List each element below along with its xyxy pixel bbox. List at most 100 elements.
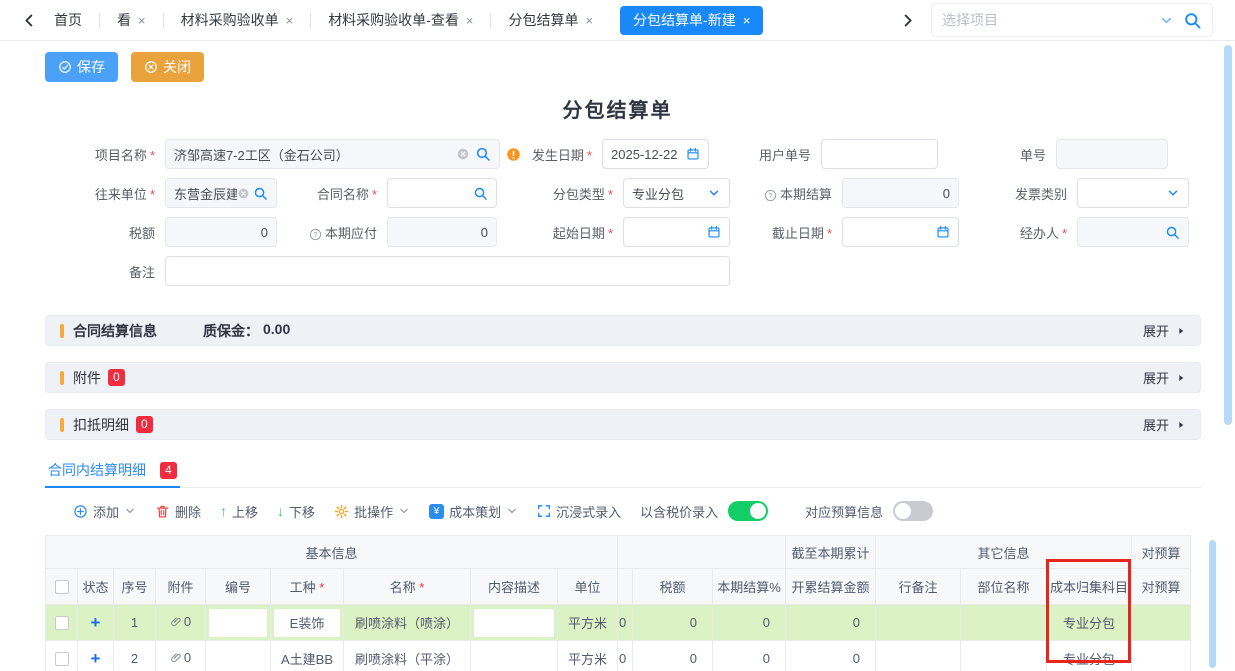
invoice-type-select[interactable]	[1077, 178, 1189, 208]
current-settle-value: 0	[851, 186, 950, 201]
plus-icon[interactable]	[91, 613, 101, 632]
add-button[interactable]: 添加	[73, 502, 136, 521]
cell-unit[interactable]: 平方米	[558, 641, 618, 671]
search-icon[interactable]	[253, 186, 268, 201]
row-checkbox[interactable]	[55, 652, 69, 666]
cell-cost-subject[interactable]: 专业分包	[1047, 605, 1132, 641]
table-row[interactable]: 1 0 E装饰 刷喷涂料（喷涂） 平方米 0 0 0 0 专业分包	[46, 605, 1191, 641]
chevron-right-icon[interactable]	[900, 13, 915, 28]
search-icon[interactable]	[473, 186, 488, 201]
end-date-field[interactable]	[842, 217, 959, 247]
section-deduction-detail[interactable]: 扣抵明细 0 展开	[45, 409, 1201, 440]
arrow-down-icon	[277, 503, 284, 519]
handler-field[interactable]	[1077, 217, 1189, 247]
close-button[interactable]: 关闭	[131, 52, 204, 82]
chevron-down-icon[interactable]	[1159, 13, 1174, 28]
plus-icon[interactable]	[91, 649, 101, 668]
page-scrollbar[interactable]	[1224, 45, 1232, 425]
close-icon[interactable]	[585, 14, 593, 27]
select-all-checkbox[interactable]	[55, 580, 69, 594]
section-attachments[interactable]: 附件 0 展开	[45, 362, 1201, 393]
close-label: 关闭	[163, 57, 191, 77]
cell-unit[interactable]: 平方米	[558, 605, 618, 641]
section-marker	[60, 324, 64, 338]
clear-circle-icon[interactable]	[456, 147, 470, 161]
row-checkbox[interactable]	[55, 616, 69, 630]
user-no-field[interactable]	[821, 139, 938, 169]
close-icon[interactable]	[466, 14, 474, 27]
calendar-icon[interactable]	[707, 225, 721, 239]
cell-row-remark[interactable]	[876, 641, 961, 671]
cell-vs-budget[interactable]	[1132, 641, 1191, 671]
question-circle-icon[interactable]	[309, 228, 322, 241]
table-scrollbar[interactable]	[1209, 540, 1216, 668]
close-icon[interactable]	[286, 14, 294, 27]
with-tax-toggle[interactable]	[728, 501, 768, 521]
cell-part-name[interactable]	[961, 605, 1047, 641]
immersive-entry-button[interactable]: 沉浸式录入	[537, 502, 621, 521]
search-icon[interactable]	[475, 146, 491, 162]
occur-date-field[interactable]: 2025-12-22	[602, 139, 709, 169]
delete-button[interactable]: 删除	[155, 502, 201, 521]
cell-row-remark[interactable]	[876, 605, 961, 641]
cell-settle-pct[interactable]: 0	[713, 641, 786, 671]
cell-worktype-editor[interactable]: E装饰	[274, 609, 340, 637]
tab-label: 材料采购验收单	[181, 10, 279, 30]
move-up-button[interactable]: 上移	[220, 502, 258, 521]
project-name-field[interactable]: 济邹高速7-2工区（金石公司）	[165, 139, 500, 169]
cell-name[interactable]: 刷喷涂料（平涂）	[344, 641, 471, 671]
counterparty-field[interactable]: 东营金辰建	[165, 178, 277, 208]
expand-toggle[interactable]: 展开	[1143, 415, 1186, 434]
close-icon[interactable]	[743, 14, 751, 27]
tab-material-acceptance[interactable]: 材料采购验收单	[164, 0, 311, 40]
save-button[interactable]: 保存	[45, 52, 118, 82]
project-select[interactable]: 选择项目	[931, 3, 1213, 37]
cell-part-name[interactable]	[961, 641, 1047, 671]
chevron-down-icon[interactable]	[707, 186, 721, 200]
chevron-down-icon[interactable]	[1166, 186, 1180, 200]
tab-view-clipped[interactable]: 看	[100, 0, 163, 40]
tab-home[interactable]: 首页	[37, 0, 99, 40]
search-icon[interactable]	[1165, 225, 1180, 240]
expand-toggle[interactable]: 展开	[1143, 368, 1186, 387]
section-contract-settlement-info[interactable]: 合同结算信息 质保金：0.00 展开	[45, 315, 1201, 346]
current-payable-label: 本期应付	[277, 223, 387, 242]
chevron-left-icon[interactable]	[22, 13, 37, 28]
caret-right-icon	[1176, 373, 1186, 383]
cell-worktype[interactable]: A土建BB	[271, 641, 344, 671]
cell-name[interactable]: 刷喷涂料（喷涂）	[344, 605, 471, 641]
subcontract-type-select[interactable]: 专业分包	[623, 178, 730, 208]
cell-vs-budget[interactable]	[1132, 605, 1191, 641]
clear-circle-icon[interactable]	[237, 187, 250, 200]
cell-code[interactable]	[206, 641, 271, 671]
tab-contract-settlement-detail[interactable]: 合同内结算明细 4	[45, 454, 180, 488]
question-circle-icon[interactable]	[764, 189, 777, 202]
cell-cost-subject[interactable]: 专业分包	[1047, 641, 1132, 671]
tab-material-acceptance-view[interactable]: 材料采购验收单-查看	[311, 0, 490, 40]
cost-planning-button[interactable]: 成本策划	[429, 502, 518, 521]
budget-info-toggle[interactable]	[893, 501, 933, 521]
attach-cell[interactable]: 0	[170, 614, 191, 629]
tab-subcontract-settlement[interactable]: 分包结算单	[491, 0, 610, 40]
cell-code-editor[interactable]	[209, 609, 267, 637]
calendar-icon[interactable]	[686, 147, 700, 161]
cell-desc[interactable]	[471, 641, 558, 671]
batch-operation-button[interactable]: 批操作	[334, 502, 410, 521]
tab-subcontract-settlement-new-active[interactable]: 分包结算单-新建	[620, 6, 763, 35]
contract-name-field[interactable]	[387, 178, 497, 208]
cell-settle-pct[interactable]: 0	[713, 605, 786, 641]
info-circle-icon[interactable]	[506, 147, 521, 162]
table-row[interactable]: 2 0 A土建BB 刷喷涂料（平涂） 平方米 0 0 0 0 专业分包	[46, 641, 1191, 671]
expand-toggle[interactable]: 展开	[1143, 321, 1186, 340]
close-icon[interactable]	[138, 14, 146, 27]
attach-cell[interactable]: 0	[170, 650, 191, 665]
move-down-button[interactable]: 下移	[277, 502, 315, 521]
retention-money: 质保金：0.00	[203, 321, 290, 341]
calendar-icon[interactable]	[936, 225, 950, 239]
cell-tax[interactable]: 0	[633, 605, 713, 641]
search-icon[interactable]	[1183, 11, 1202, 30]
remark-field[interactable]	[165, 256, 730, 286]
cell-desc-editor[interactable]	[474, 609, 554, 637]
start-date-field[interactable]	[623, 217, 730, 247]
cell-tax[interactable]: 0	[633, 641, 713, 671]
